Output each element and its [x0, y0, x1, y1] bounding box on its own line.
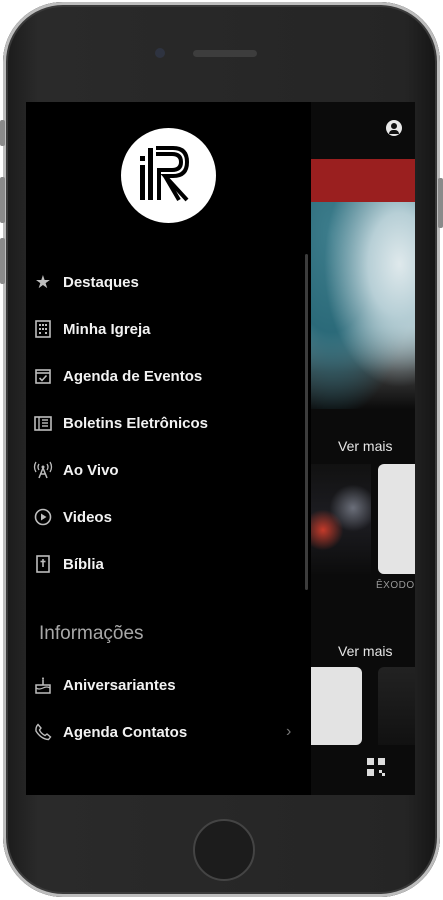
front-camera	[155, 48, 165, 58]
bible-icon	[32, 553, 54, 575]
ver-mais-link[interactable]: Ver mais	[338, 643, 392, 659]
featured-image[interactable]	[311, 202, 415, 409]
nav-item-biblia[interactable]: Bíblia	[26, 544, 311, 584]
cake-icon	[32, 674, 54, 696]
media-thumbnail[interactable]	[378, 667, 415, 745]
qr-code-icon[interactable]	[367, 758, 385, 776]
app-screen: Ver mais ÊXODO Ver mais ★ Destaques Minh…	[26, 102, 415, 795]
phone-icon	[32, 721, 54, 743]
video-thumbnail[interactable]	[311, 464, 371, 574]
power-button	[438, 178, 443, 228]
volume-up-button	[0, 177, 5, 223]
nav-item-videos[interactable]: Videos	[26, 497, 311, 537]
nav-item-agenda-eventos[interactable]: Agenda de Eventos	[26, 356, 311, 396]
mute-switch	[0, 120, 5, 146]
section-heading-informacoes: Informações	[39, 623, 144, 644]
nav-item-agenda-contatos[interactable]: Agenda Contatos ›	[26, 712, 311, 752]
calendar-check-icon	[32, 365, 54, 387]
church-logo	[121, 128, 216, 223]
building-icon	[32, 318, 54, 340]
nav-item-label: Boletins Eletrônicos	[63, 414, 209, 432]
nav-item-label: Ao Vivo	[63, 461, 119, 479]
section-heading-cut	[39, 788, 109, 795]
nav-item-boletins[interactable]: Boletins Eletrônicos	[26, 403, 311, 443]
thumbnail-caption: ÊXODO	[376, 580, 415, 591]
earpiece-speaker	[193, 50, 257, 57]
video-thumbnail[interactable]	[378, 464, 415, 574]
volume-down-button	[0, 238, 5, 284]
nav-item-label: Bíblia	[63, 555, 104, 573]
chevron-right-icon: ›	[286, 723, 292, 740]
nav-item-label: Destaques	[63, 273, 139, 291]
newspaper-icon	[32, 412, 54, 434]
header-banner	[311, 159, 415, 202]
navigation-drawer: ★ Destaques Minha Igreja Agenda de Event…	[26, 102, 311, 795]
nav-item-ao-vivo[interactable]: Ao Vivo	[26, 450, 311, 490]
ver-mais-link[interactable]: Ver mais	[338, 438, 392, 454]
nav-item-aniversariantes[interactable]: Aniversariantes	[26, 665, 311, 705]
nav-item-minha-igreja[interactable]: Minha Igreja	[26, 309, 311, 349]
nav-item-label: Minha Igreja	[63, 320, 151, 338]
nav-item-label: Aniversariantes	[63, 676, 176, 694]
star-icon: ★	[34, 272, 52, 292]
broadcast-icon	[32, 459, 54, 481]
nav-item-label: Videos	[63, 508, 112, 526]
play-circle-icon	[32, 506, 54, 528]
account-icon[interactable]	[386, 120, 402, 136]
nav-item-label: Agenda Contatos	[63, 723, 188, 741]
nav-item-label: Agenda de Eventos	[63, 367, 203, 385]
media-thumbnail[interactable]	[311, 667, 362, 745]
nav-item-destaques[interactable]: ★ Destaques	[26, 262, 311, 302]
home-button[interactable]	[193, 819, 255, 881]
